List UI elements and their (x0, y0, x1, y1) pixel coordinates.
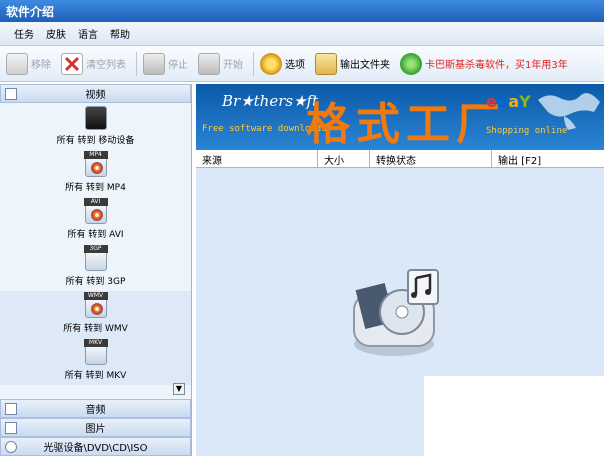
disc-section-label: 光驱设备\DVD\CD\ISO (43, 443, 148, 454)
clear-list-label: 清空列表 (86, 60, 126, 71)
toolbar-separator (136, 51, 137, 76)
avi-icon: AVI (83, 198, 108, 224)
column-source[interactable]: 来源 (196, 150, 318, 167)
start-label: 开始 (223, 60, 243, 71)
options-label: 选项 (285, 60, 305, 71)
list-item-label: 所有 转到 MP4 (65, 183, 126, 193)
audio-section-label: 音频 (85, 405, 106, 416)
ebay-logo: ebaY (486, 92, 531, 111)
menu-skin[interactable]: 皮肤 (46, 26, 66, 41)
world-map-icon (538, 93, 600, 130)
remove-icon (6, 52, 28, 75)
list-item-label: 所有 转到 移动设备 (56, 136, 135, 146)
video-list: 所有 转到 移动设备 MP4 所有 转到 MP4 AVI 所有 转到 AVI 3… (0, 103, 191, 399)
format-factory-logo-icon (353, 269, 439, 356)
toolbar: 移除 清空列表 停止 开始 选项 输出文件夹 卡巴斯基杀毒软件，买1年用3年 (0, 46, 604, 82)
column-size[interactable]: 大小 (318, 150, 370, 167)
remove-label: 移除 (31, 60, 51, 71)
disc-section-header[interactable]: 光驱设备\DVD\CD\ISO (0, 437, 191, 456)
clear-list-icon (61, 52, 83, 75)
picture-section-header[interactable]: 图片 (0, 418, 191, 437)
list-item-mkv[interactable]: MKV 所有 转到 MKV (0, 338, 191, 385)
kaspersky-icon (400, 52, 422, 75)
mobile-device-icon (84, 106, 107, 130)
video-section-icon (5, 87, 17, 100)
list-item-3gp[interactable]: 3GP 所有 转到 3GP (0, 244, 191, 291)
disc-section-icon (5, 440, 17, 453)
start-icon (198, 52, 220, 75)
blank-area (424, 376, 604, 456)
audio-section-header[interactable]: 音频 (0, 399, 191, 418)
wmv-icon: WMV (83, 292, 108, 318)
list-item-avi[interactable]: AVI 所有 转到 AVI (0, 197, 191, 244)
mkv-icon: MKV (83, 339, 108, 365)
list-item-label: 所有 转到 AVI (67, 230, 124, 240)
stop-label: 停止 (168, 60, 188, 71)
list-item-label: 所有 转到 3GP (65, 277, 126, 287)
window-title-bar: 软件介绍 (0, 0, 604, 22)
clear-list-button[interactable]: 清空列表 (61, 52, 126, 75)
picture-section-label: 图片 (85, 424, 106, 435)
video-section-header[interactable]: 视频 (0, 84, 191, 103)
list-item-wmv[interactable]: WMV 所有 转到 WMV (0, 291, 191, 338)
scroll-down-button[interactable]: ▼ (173, 383, 185, 395)
mp4-icon: MP4 (83, 151, 108, 177)
ad-banner[interactable]: Br★thers★ft Free software downloads 格式工厂… (196, 84, 604, 150)
task-grid-header: 来源 大小 转换状态 输出 [F2] (196, 150, 604, 168)
toolbar-separator (253, 51, 254, 76)
video-section-label: 视频 (85, 90, 106, 101)
menu-task[interactable]: 任务 (14, 26, 34, 41)
remove-button[interactable]: 移除 (6, 52, 51, 75)
menu-language[interactable]: 语言 (78, 26, 98, 41)
list-item-label: 所有 转到 MKV (64, 371, 127, 381)
stop-icon (143, 52, 165, 75)
options-button[interactable]: 选项 (260, 52, 305, 75)
column-status[interactable]: 转换状态 (370, 150, 492, 167)
audio-section-icon (5, 402, 17, 415)
sidebar: 视频 所有 转到 移动设备 MP4 所有 转到 MP4 AVI 所有 转到 AV… (0, 84, 192, 456)
promo-link[interactable]: 卡巴斯基杀毒软件，买1年用3年 (400, 52, 568, 75)
list-item-mobile[interactable]: 所有 转到 移动设备 (0, 103, 191, 150)
banner-big-text: 格式工厂 (306, 99, 506, 150)
3gp-icon: 3GP (83, 245, 108, 271)
menu-help[interactable]: 帮助 (110, 26, 130, 41)
output-folder-button[interactable]: 输出文件夹 (315, 52, 390, 75)
picture-section-icon (5, 421, 17, 434)
brothersoft-logo: Br★thers★ft (222, 92, 319, 110)
options-icon (260, 52, 282, 75)
window-title: 软件介绍 (6, 5, 55, 19)
menu-bar: 任务 皮肤 语言 帮助 (0, 22, 604, 46)
output-folder-icon (315, 52, 337, 75)
list-item-mp4[interactable]: MP4 所有 转到 MP4 (0, 150, 191, 197)
column-output[interactable]: 输出 [F2] (492, 150, 604, 167)
list-item-label: 所有 转到 WMV (63, 324, 128, 334)
output-folder-label: 输出文件夹 (340, 60, 390, 71)
stop-button[interactable]: 停止 (143, 52, 188, 75)
start-button[interactable]: 开始 (198, 52, 243, 75)
promo-label: 卡巴斯基杀毒软件，买1年用3年 (425, 60, 568, 71)
